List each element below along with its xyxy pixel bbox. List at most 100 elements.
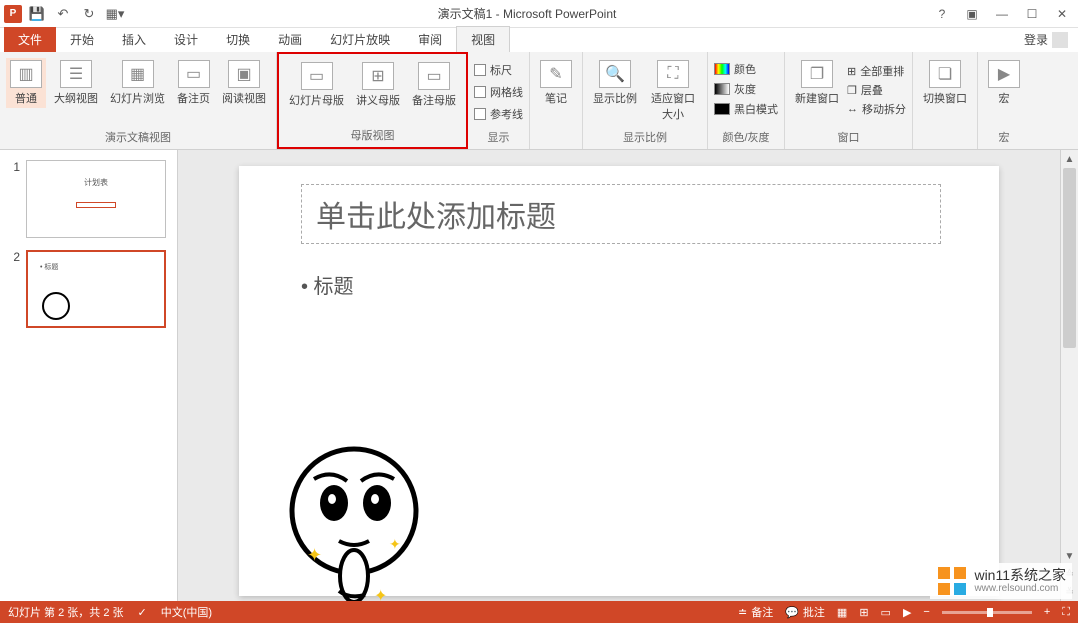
- thumb2-bullet: • 标题: [36, 260, 156, 274]
- slide-thumbnails-panel[interactable]: 1 计划表 2 • 标题: [0, 150, 178, 601]
- reading-view-icon[interactable]: ▭: [881, 606, 891, 619]
- cascade-icon: ❐: [847, 84, 857, 97]
- zoom-out-button[interactable]: −: [923, 606, 929, 618]
- tab-insert[interactable]: 插入: [108, 27, 160, 52]
- slide-canvas-area[interactable]: 单击此处添加标题 • 标题 ✦ ✦ ✦: [178, 150, 1060, 601]
- window-title: 演示文稿1 - Microsoft PowerPoint: [126, 5, 928, 22]
- tab-view[interactable]: 视图: [456, 26, 510, 52]
- normal-view-icon: ▥: [10, 60, 42, 88]
- tab-home[interactable]: 开始: [56, 27, 108, 52]
- color-mode-button[interactable]: 颜色: [714, 60, 756, 78]
- notes-toggle[interactable]: ≐ 备注: [738, 604, 773, 620]
- undo-icon[interactable]: ↶: [52, 3, 74, 25]
- group-notes: ✎笔记: [530, 52, 583, 149]
- group-color-grayscale: 颜色 灰度 黑白模式 颜色/灰度: [708, 52, 785, 149]
- watermark: win11系统之家 www.relsound.com: [930, 563, 1072, 599]
- login-button[interactable]: 登录: [1014, 27, 1078, 52]
- start-from-beginning-icon[interactable]: ▦▾: [104, 3, 126, 25]
- title-placeholder[interactable]: 单击此处添加标题: [301, 184, 941, 244]
- macros-button[interactable]: ▶宏: [984, 58, 1024, 108]
- notes-page-button[interactable]: ▭备注页: [173, 58, 214, 108]
- minimize-button[interactable]: —: [988, 2, 1016, 26]
- work-area: 1 计划表 2 • 标题 单击此处添加标题 • 标题: [0, 150, 1078, 601]
- move-split-button[interactable]: ↔移动拆分: [847, 100, 906, 118]
- save-icon[interactable]: 💾: [26, 3, 48, 25]
- body-placeholder[interactable]: • 标题: [301, 270, 354, 299]
- status-bar: 幻灯片 第 2 张，共 2 张 ✓ 中文(中国) ≐ 备注 💬 批注 ▦ ⊞ ▭…: [0, 601, 1078, 623]
- notes-button[interactable]: ✎笔记: [536, 58, 576, 108]
- avatar-icon: [1052, 32, 1068, 48]
- new-window-button[interactable]: ❐新建窗口: [791, 58, 843, 108]
- redo-icon[interactable]: ↻: [78, 3, 100, 25]
- bw-swatch-icon: [714, 103, 730, 115]
- ribbon-display-options-icon[interactable]: ▣: [958, 2, 986, 26]
- handout-master-button[interactable]: ⊞讲义母版: [352, 60, 404, 110]
- slide-sorter-button[interactable]: ▦幻灯片浏览: [106, 58, 169, 108]
- scroll-track[interactable]: [1061, 168, 1078, 547]
- gridlines-checkbox[interactable]: 网格线: [474, 82, 523, 102]
- group-label-color: 颜色/灰度: [714, 127, 778, 147]
- language-indicator[interactable]: 中文(中国): [161, 604, 212, 620]
- reading-view-button[interactable]: ▣阅读视图: [218, 58, 270, 108]
- ruler-checkbox[interactable]: 标尺: [474, 60, 512, 80]
- sorter-view-icon[interactable]: ⊞: [859, 606, 868, 619]
- checkbox-icon: [474, 108, 486, 120]
- checkbox-icon: [474, 86, 486, 98]
- tab-animations[interactable]: 动画: [264, 27, 316, 52]
- normal-view-button[interactable]: ▥普通: [6, 58, 46, 108]
- powerpoint-app-icon: P: [4, 5, 22, 23]
- switch-windows-icon: ❏: [929, 60, 961, 88]
- switch-windows-button[interactable]: ❏切换窗口: [919, 58, 971, 108]
- notes-master-button[interactable]: ▭备注母版: [408, 60, 460, 110]
- tab-review[interactable]: 审阅: [404, 27, 456, 52]
- group-label-window: 窗口: [791, 127, 906, 147]
- tab-transitions[interactable]: 切换: [212, 27, 264, 52]
- move-split-icon: ↔: [847, 103, 858, 115]
- zoom-in-button[interactable]: +: [1044, 606, 1050, 618]
- slide-number-2: 2: [8, 250, 20, 328]
- zoom-button[interactable]: 🔍显示比例: [589, 58, 641, 108]
- normal-view-icon[interactable]: ▦: [837, 606, 847, 619]
- reading-view-icon: ▣: [228, 60, 260, 88]
- slide-master-icon: ▭: [301, 62, 333, 90]
- tab-file[interactable]: 文件: [4, 27, 56, 52]
- slide-thumbnail-1[interactable]: 计划表: [26, 160, 166, 238]
- spellcheck-icon[interactable]: ✓: [138, 606, 147, 619]
- notes-page-icon: ▭: [178, 60, 210, 88]
- group-label-show: 显示: [474, 127, 523, 147]
- guides-checkbox[interactable]: 参考线: [474, 104, 523, 124]
- title-bar: P 💾 ↶ ↻ ▦▾ 演示文稿1 - Microsoft PowerPoint …: [0, 0, 1078, 28]
- blackwhite-mode-button[interactable]: 黑白模式: [714, 100, 778, 118]
- slide-master-button[interactable]: ▭幻灯片母版: [285, 60, 348, 110]
- svg-text:✦: ✦: [374, 588, 387, 601]
- scroll-thumb[interactable]: [1063, 168, 1076, 348]
- current-slide[interactable]: 单击此处添加标题 • 标题 ✦ ✦ ✦: [239, 166, 999, 596]
- tab-slideshow[interactable]: 幻灯片放映: [316, 27, 404, 52]
- zoom-icon: 🔍: [599, 60, 631, 88]
- slide-thumbnail-2[interactable]: • 标题: [26, 250, 166, 328]
- thumbnail-row-2: 2 • 标题: [8, 250, 169, 328]
- vertical-scrollbar[interactable]: ▲ ▼ ≙ ≚: [1060, 150, 1078, 601]
- group-window: ❐新建窗口 ⊞全部重排 ❐层叠 ↔移动拆分 窗口: [785, 52, 913, 149]
- tab-design[interactable]: 设计: [160, 27, 212, 52]
- scroll-up-arrow[interactable]: ▲: [1061, 150, 1078, 168]
- help-icon[interactable]: ?: [928, 2, 956, 26]
- grayscale-mode-button[interactable]: 灰度: [714, 80, 756, 98]
- arrange-all-button[interactable]: ⊞全部重排: [847, 62, 906, 80]
- maximize-button[interactable]: ☐: [1018, 2, 1046, 26]
- comments-toggle[interactable]: 💬 批注: [785, 604, 825, 620]
- close-button[interactable]: ✕: [1048, 2, 1076, 26]
- group-label-notes: [536, 131, 576, 147]
- zoom-slider[interactable]: [942, 611, 1032, 614]
- cartoon-face-image[interactable]: ✦ ✦ ✦: [269, 431, 439, 601]
- fit-window-button[interactable]: ⛶适应窗口大小: [645, 58, 701, 124]
- watermark-brand: win11系统之家: [974, 568, 1066, 583]
- outline-view-button[interactable]: ☰大纲视图: [50, 58, 102, 108]
- arrange-all-icon: ⊞: [847, 65, 856, 78]
- cascade-button[interactable]: ❐层叠: [847, 81, 906, 99]
- fit-to-window-icon[interactable]: ⛶: [1062, 606, 1070, 619]
- window-controls: ? ▣ — ☐ ✕: [928, 2, 1078, 26]
- title-placeholder-text: 单击此处添加标题: [316, 192, 556, 236]
- slideshow-view-icon[interactable]: ▶: [903, 606, 911, 619]
- new-window-icon: ❐: [801, 60, 833, 88]
